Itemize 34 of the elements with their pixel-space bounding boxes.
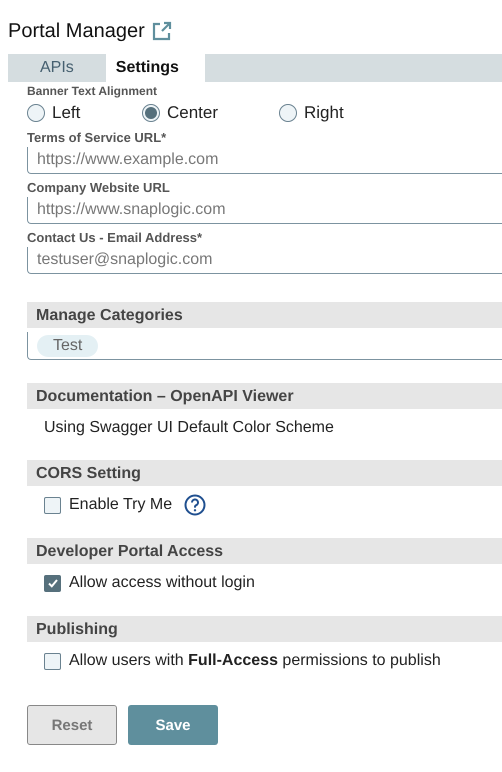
- external-link-icon[interactable]: [150, 20, 173, 42]
- checkbox[interactable]: [44, 574, 61, 592]
- field-label: Company Website URL: [27, 180, 171, 195]
- section-header: Manage Categories: [27, 302, 502, 328]
- page-title: Portal Manager: [8, 20, 145, 42]
- tag-chip: Test: [37, 334, 98, 356]
- radio-label: Right: [304, 103, 344, 123]
- description-text: Using Swagger UI Default Color Scheme: [44, 419, 335, 437]
- input-field[interactable]: testuser@snaplogic.com: [27, 247, 502, 274]
- field-label: Banner Text Alignment: [27, 86, 158, 96]
- tab[interactable]: Settings: [106, 54, 205, 82]
- check-icon: [46, 577, 58, 589]
- reset-button[interactable]: Reset: [27, 705, 117, 745]
- checkbox[interactable]: [44, 496, 61, 514]
- help-icon[interactable]: [184, 494, 206, 516]
- section-header: Developer Portal Access: [27, 538, 502, 564]
- radio-button[interactable]: [27, 104, 45, 122]
- checkbox-label: Enable Try Me: [69, 496, 172, 514]
- section-header: CORS Setting: [27, 460, 502, 486]
- field-label: Contact Us - Email Address*: [27, 230, 204, 245]
- checkbox[interactable]: [44, 652, 61, 670]
- section-header: Documentation – OpenAPI Viewer: [27, 383, 502, 409]
- checkbox-label: Allow users with Full-Access permissions to publish: [69, 652, 441, 670]
- checkbox-label: Allow access without login: [69, 574, 255, 592]
- input-field[interactable]: https://www.snaplogic.com: [27, 197, 502, 224]
- input-field[interactable]: https://www.example.com: [27, 147, 502, 174]
- radio-label: Center: [167, 103, 218, 123]
- tag-field[interactable]: Test: [27, 332, 502, 360]
- radio-button[interactable]: [279, 104, 297, 122]
- radio-label: Left: [52, 103, 80, 123]
- field-label: Terms of Service URL*: [27, 130, 168, 145]
- section-header: Publishing: [27, 616, 502, 642]
- radio-button[interactable]: [142, 104, 160, 122]
- save-button[interactable]: Save: [128, 705, 218, 745]
